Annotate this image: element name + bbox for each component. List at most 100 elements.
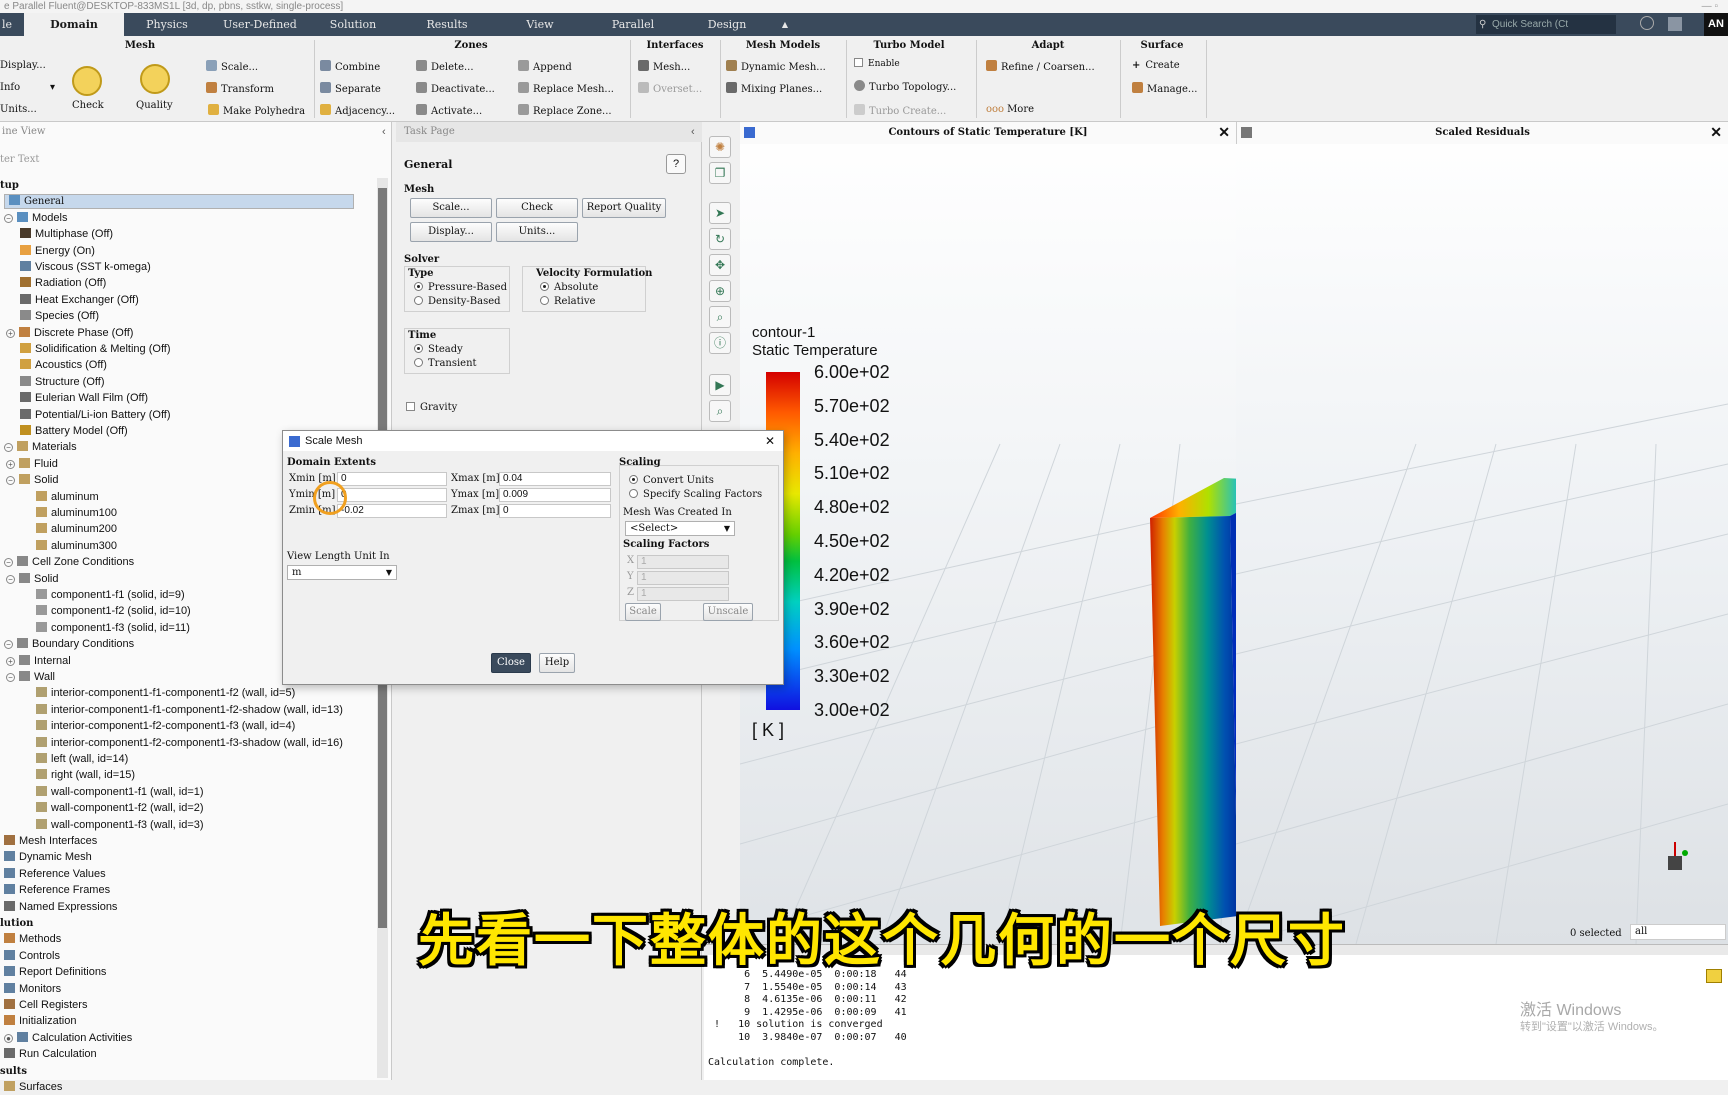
units-button[interactable]: Units... — [496, 222, 578, 242]
close-button[interactable]: Close — [491, 653, 531, 673]
tree-item[interactable]: aluminum100 — [36, 506, 117, 521]
refine-coarsen-button[interactable]: Refine / Coarsen... — [986, 60, 1095, 73]
tree-item[interactable]: left (wall, id=14) — [36, 752, 128, 767]
filter-text-input[interactable]: ter Text — [0, 152, 360, 168]
xmin-field[interactable]: 0 — [337, 472, 447, 486]
gravity-checkbox[interactable]: Gravity — [406, 402, 457, 413]
tree-item[interactable]: Structure (Off) — [20, 375, 104, 390]
delete-button[interactable]: Delete... — [416, 60, 474, 73]
tree-item[interactable]: − Wall — [6, 670, 55, 685]
collapse-icon[interactable]: − — [4, 640, 13, 650]
graphics-window-residuals[interactable]: Scaled Residuals ✕ 0 selected all — [1236, 122, 1728, 944]
convert-units-radio[interactable]: Convert Units — [629, 475, 714, 486]
tree-item[interactable]: Viscous (SST k-omega) — [20, 260, 151, 275]
dynamic-mesh-button[interactable]: Dynamic Mesh... — [726, 60, 826, 73]
tree-item[interactable]: Species (Off) — [20, 309, 99, 324]
append-button[interactable]: Append — [518, 60, 572, 73]
tree-item[interactable]: Methods — [4, 932, 61, 947]
mesh-created-in-select[interactable]: <Select> ▼ — [625, 521, 735, 536]
display-button[interactable]: Display... — [0, 60, 46, 71]
combine-button[interactable]: Combine — [320, 60, 380, 73]
tree-item[interactable]: General — [4, 194, 354, 210]
xmax-field[interactable]: 0.04 — [499, 472, 611, 486]
collapse-outline-icon[interactable]: ‹ — [382, 126, 386, 138]
tree-item[interactable]: aluminum300 — [36, 539, 117, 554]
tree-item[interactable]: Controls — [4, 949, 60, 964]
tab-parallel[interactable]: Parallel — [600, 13, 666, 36]
check-icon[interactable] — [72, 66, 102, 96]
relative-radio[interactable]: Relative — [540, 296, 595, 307]
copy-icon[interactable]: ❐ — [709, 162, 731, 184]
tree-item[interactable]: Acoustics (Off) — [20, 358, 107, 373]
transform-button[interactable]: Transform — [206, 82, 274, 95]
tree-item[interactable]: − Solid — [6, 572, 58, 587]
expand-icon[interactable]: + — [6, 459, 15, 469]
replace-zone-button[interactable]: Replace Zone... — [518, 104, 612, 117]
tree-item[interactable]: aluminum — [36, 490, 99, 505]
tree-item[interactable]: Dynamic Mesh — [4, 850, 92, 865]
adjacency-button[interactable]: Adjacency... — [320, 104, 395, 117]
close-icon[interactable]: ✕ — [1218, 122, 1230, 144]
expand-icon[interactable]: + — [6, 328, 15, 338]
separate-button[interactable]: Separate — [320, 82, 381, 95]
overset-button[interactable]: Overset... — [638, 82, 702, 95]
tree-item[interactable]: Mesh Interfaces — [4, 834, 97, 849]
tab-design[interactable]: Design — [700, 13, 754, 36]
help-button[interactable]: Help — [539, 653, 575, 673]
replace-mesh-button[interactable]: Replace Mesh... — [518, 82, 614, 95]
collapse-icon[interactable]: − — [6, 673, 15, 682]
tree-item[interactable]: − Models — [4, 211, 67, 226]
scale-dialog-button[interactable]: Scale — [625, 603, 661, 621]
density-based-radio[interactable]: Density-Based — [414, 296, 501, 307]
tree-item[interactable]: aluminum200 — [36, 522, 117, 537]
settings-icon[interactable]: ✺ — [709, 136, 731, 158]
tree-item[interactable]: Battery Model (Off) — [20, 424, 128, 439]
info-dropdown-icon[interactable]: ▾ — [50, 82, 55, 93]
tree-item[interactable]: Heat Exchanger (Off) — [20, 293, 139, 308]
tree-item[interactable]: + Fluid — [6, 457, 58, 472]
activate-button[interactable]: Activate... — [416, 104, 482, 117]
ymin-field[interactable]: 0 — [337, 488, 447, 502]
tab-user-defined[interactable]: User-Defined — [214, 13, 306, 36]
turbo-topology-button[interactable]: Turbo Topology... — [854, 80, 956, 93]
quick-search-input[interactable]: ⚲ Quick Search (Ct — [1476, 15, 1616, 34]
tree-item[interactable]: + Internal — [6, 654, 71, 669]
tree-item[interactable]: Surfaces — [4, 1080, 62, 1095]
deactivate-button[interactable]: Deactivate... — [416, 82, 495, 95]
factor-x-field[interactable]: 1 — [637, 555, 729, 569]
pan-icon[interactable]: ✥ — [709, 254, 731, 276]
tree-item[interactable]: − Materials — [4, 440, 77, 455]
factor-y-field[interactable]: 1 — [637, 571, 729, 585]
ymax-field[interactable]: 0.009 — [499, 488, 611, 502]
tree-item[interactable]: Report Definitions — [4, 965, 106, 980]
tree-item[interactable]: Radiation (Off) — [20, 276, 106, 291]
collapse-task-icon[interactable]: ‹ — [691, 126, 695, 138]
collapse-icon[interactable]: − — [4, 558, 13, 568]
tree-item[interactable]: Cell Registers — [4, 998, 87, 1013]
collapse-icon[interactable]: ● — [4, 1033, 13, 1043]
tree-item[interactable]: Initialization — [4, 1014, 76, 1029]
collapse-icon[interactable]: − — [6, 574, 15, 584]
check-button[interactable]: Check — [496, 198, 578, 218]
tree-item[interactable]: wall-component1-f3 (wall, id=3) — [36, 818, 204, 833]
surface-manage-button[interactable]: Manage... — [1132, 82, 1197, 95]
report-quality-button[interactable]: Report Quality — [582, 198, 666, 218]
pressure-based-radio[interactable]: Pressure-Based — [414, 282, 507, 293]
interfaces-mesh-button[interactable]: Mesh... — [638, 60, 690, 73]
tree-item[interactable]: − Cell Zone Conditions — [4, 555, 134, 570]
zoom-box-icon[interactable]: ⌕ — [709, 306, 731, 328]
close-icon[interactable]: ✕ — [765, 431, 775, 451]
tree-item[interactable]: interior-component1-f1-component1-f2-sha… — [36, 703, 343, 718]
collapse-icon[interactable]: − — [4, 213, 13, 223]
tree-item[interactable]: Potential/Li-ion Battery (Off) — [20, 408, 171, 423]
adapt-more-button[interactable]: ooo More — [986, 104, 1034, 115]
pointer-icon[interactable]: ➤ — [709, 202, 731, 224]
expand-icon[interactable]: + — [6, 656, 15, 666]
tree-item[interactable]: ● Calculation Activities — [4, 1031, 132, 1046]
tab-view[interactable]: View — [520, 13, 560, 36]
tree-item[interactable]: Run Calculation — [4, 1047, 97, 1062]
steady-radio[interactable]: Steady — [414, 344, 463, 355]
units-button[interactable]: Units... — [0, 104, 37, 115]
tree-item[interactable]: wall-component1-f1 (wall, id=1) — [36, 785, 204, 800]
tree-item[interactable]: right (wall, id=15) — [36, 768, 135, 783]
